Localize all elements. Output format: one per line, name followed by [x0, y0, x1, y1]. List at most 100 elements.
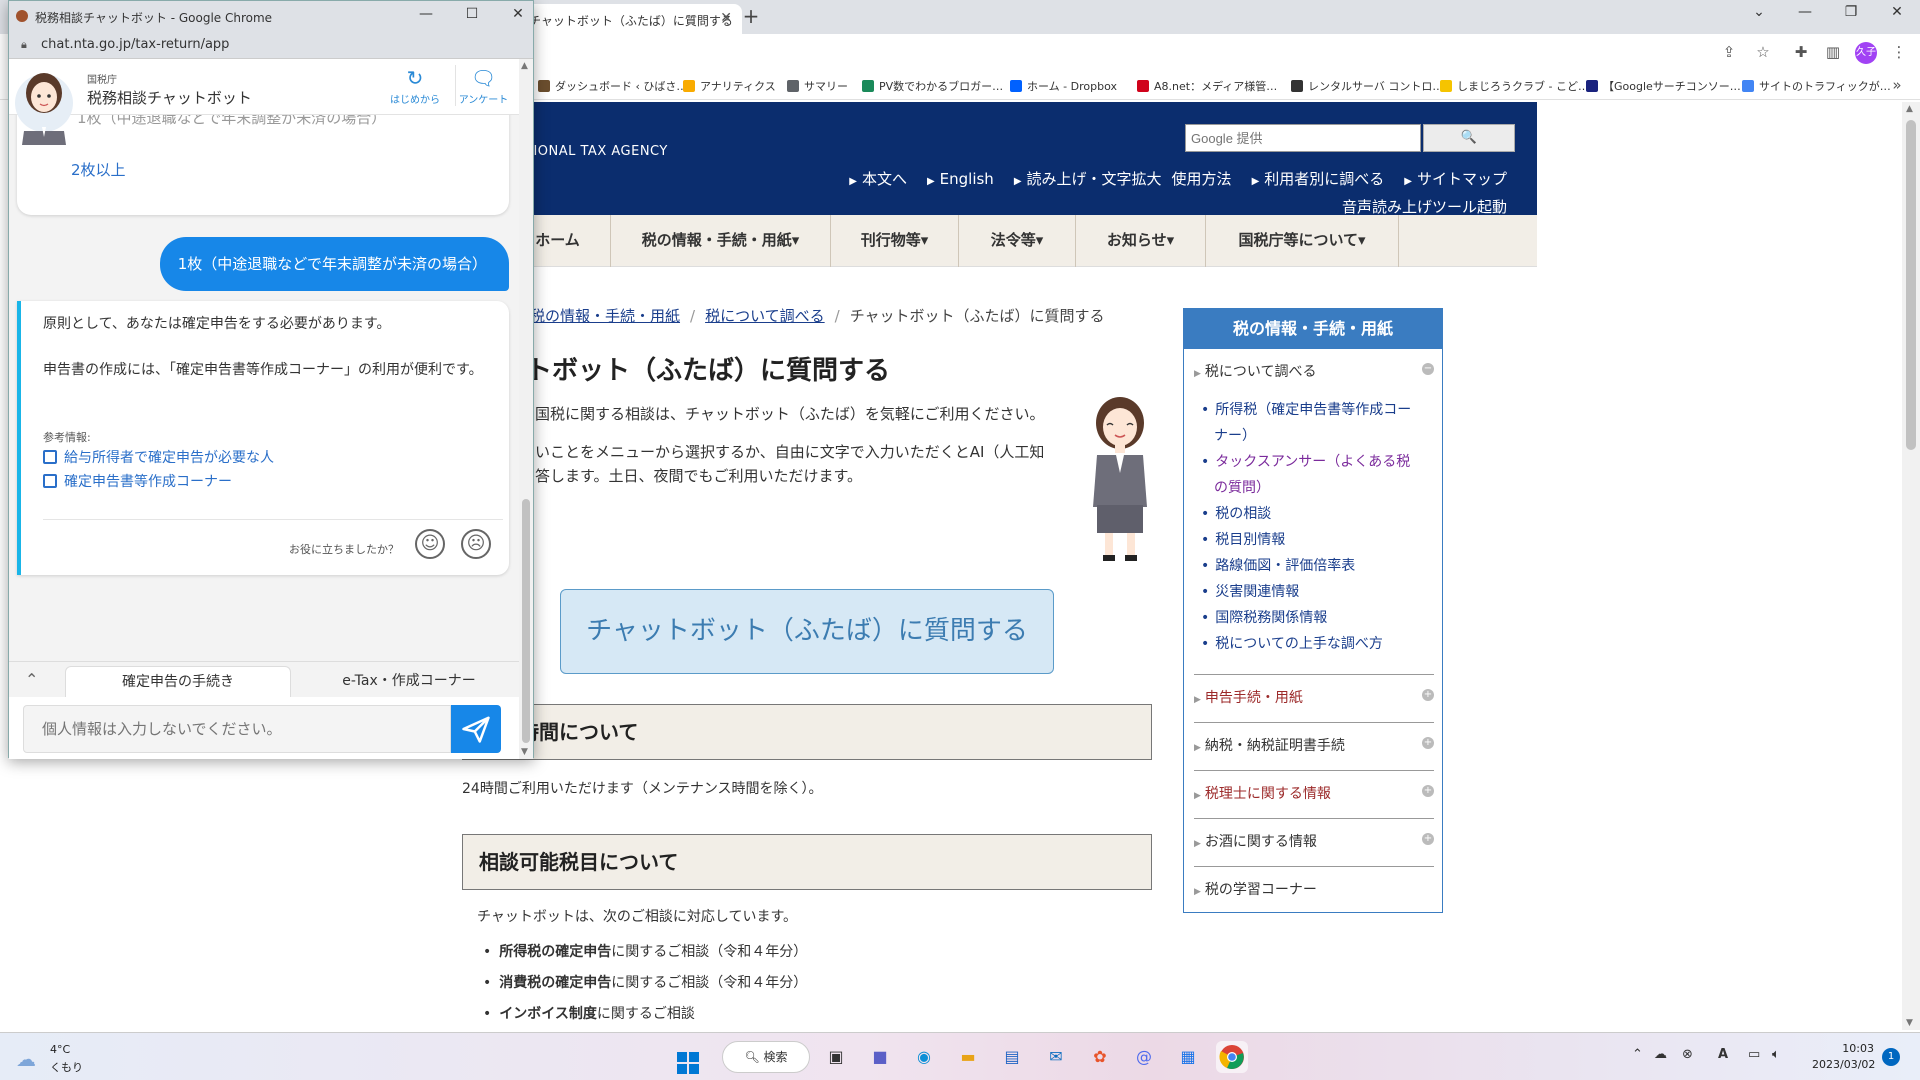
- side-category-filing[interactable]: ▶ 申告手続・用紙 +: [1194, 687, 1434, 707]
- mail-icon[interactable]: ✉: [1040, 1041, 1072, 1073]
- bookmark-item[interactable]: レンタルサーバ コントロ…: [1291, 78, 1443, 94]
- external-link-icon: [43, 474, 57, 488]
- bookmark-item[interactable]: A8.net：メディア様管…: [1137, 78, 1277, 94]
- bookmark-item[interactable]: 【Googleサーチコンソー…: [1586, 78, 1741, 94]
- page-title: ットボット（ふたば）に質問する: [500, 356, 891, 386]
- agency-name-en: TIONAL TAX AGENCY: [525, 144, 668, 159]
- new-tab-button[interactable]: +: [738, 4, 764, 28]
- notification-badge[interactable]: 1: [1882, 1048, 1900, 1066]
- app-icon-orange[interactable]: ✿: [1084, 1041, 1116, 1073]
- extensions-icon[interactable]: ✚: [1790, 43, 1812, 61]
- taskbar-search[interactable]: 🔍︎ 検索: [722, 1041, 810, 1073]
- bookmark-item[interactable]: ダッシュボード ‹ ひばさ…: [538, 78, 687, 94]
- edge-browser-icon[interactable]: ◉: [908, 1041, 940, 1073]
- chat-scrollbar[interactable]: ▲ ▼: [519, 59, 533, 759]
- side-menu-link[interactable]: 路線価図・評価倍率表: [1214, 553, 1424, 579]
- google-search-input[interactable]: [1185, 124, 1421, 152]
- reference-link-salary-earner[interactable]: 給与所得者で確定申告が必要な人: [43, 447, 274, 467]
- utility-link[interactable]: ▶ 読み上げ・文字拡大: [1004, 170, 1162, 188]
- side-category-research[interactable]: ▶ 税について調べる −: [1194, 361, 1434, 381]
- menu-kebab-icon[interactable]: ⋮: [1888, 43, 1910, 61]
- tray-overflow-icon[interactable]: ⌃: [1632, 1047, 1643, 1062]
- side-panel-icon[interactable]: ▥: [1822, 43, 1844, 61]
- search-button[interactable]: 🔍: [1423, 124, 1515, 152]
- system-clock[interactable]: 10:03 2023/03/02: [1812, 1041, 1875, 1073]
- nav-item[interactable]: 国税庁等について▾: [1206, 215, 1399, 267]
- start-button[interactable]: [672, 1041, 704, 1074]
- minimize-button[interactable]: —: [411, 6, 441, 22]
- chevron-up-icon[interactable]: ⌃: [25, 670, 38, 689]
- bookmark-item[interactable]: PV数でわかるブロガー…: [862, 78, 1003, 94]
- ask-chatbot-button[interactable]: チャットボット（ふたば）に質問する: [560, 589, 1054, 674]
- utility-link[interactable]: ▶ English: [917, 170, 994, 188]
- bookmark-item[interactable]: ホーム - Dropbox: [1010, 78, 1117, 94]
- utility-link[interactable]: ▶ 本文へ: [839, 170, 907, 188]
- ime-icon[interactable]: A: [1718, 1047, 1728, 1062]
- side-menu-link[interactable]: 税の相談: [1214, 501, 1424, 527]
- side-category-learning[interactable]: ▶ 税の学習コーナー: [1194, 879, 1434, 899]
- page-scrollbar[interactable]: ▲ ▼: [1902, 102, 1920, 1030]
- nav-item[interactable]: 税の情報・手続・用紙▾: [611, 215, 831, 267]
- close-icon[interactable]: ✕: [720, 10, 732, 26]
- survey-button[interactable]: 🗨︎ アンケート: [455, 65, 511, 106]
- chat-scrollbar-thumb[interactable]: [522, 499, 530, 743]
- utility-link[interactable]: ▶ サイトマップ: [1394, 170, 1507, 188]
- close-window-button[interactable]: ✕: [503, 6, 533, 22]
- tab-etax-corner[interactable]: e-Tax・作成コーナー: [299, 666, 519, 698]
- tab-filing-procedures[interactable]: 確定申告の手続き: [65, 666, 291, 698]
- nav-item[interactable]: 法令等▾: [959, 215, 1076, 267]
- volume-icon[interactable]: 🔈︎: [1772, 1047, 1780, 1062]
- breadcrumb-link-tax-info[interactable]: 税の情報・手続・用紙: [530, 307, 680, 325]
- chrome-icon[interactable]: [1216, 1041, 1248, 1073]
- restore-button[interactable]: ❐: [1836, 4, 1866, 20]
- side-category-liquor[interactable]: ▶ お酒に関する情報 +: [1194, 831, 1434, 851]
- bookmark-item[interactable]: アナリティクス: [683, 78, 776, 94]
- restart-button[interactable]: ↻ はじめから: [387, 65, 443, 106]
- nav-item[interactable]: 刊行物等▾: [831, 215, 959, 267]
- close-window-button[interactable]: ✕: [1882, 4, 1912, 20]
- chat-message-area[interactable]: 1枚（中途退職などで年末調整が未済の場合） 2枚以上 1枚（中途退職などで年末調…: [9, 115, 519, 661]
- sad-face-icon[interactable]: ☹: [461, 529, 491, 559]
- voice-reader-link[interactable]: 音声読み上げツール起動: [1342, 196, 1507, 217]
- bookmark-star-icon[interactable]: ☆: [1752, 43, 1774, 61]
- send-button[interactable]: [451, 705, 501, 753]
- app-icon-at[interactable]: @: [1128, 1041, 1160, 1073]
- nav-item[interactable]: お知らせ▾: [1076, 215, 1206, 267]
- side-category-payment[interactable]: ▶ 納税・納税証明書手続 +: [1194, 735, 1434, 755]
- bookmark-item[interactable]: サイトのトラフィックが…: [1742, 78, 1891, 94]
- minimize-button[interactable]: —: [1790, 4, 1820, 20]
- bookmark-item[interactable]: しまじろうクラブ - こど…: [1440, 78, 1589, 94]
- profile-avatar[interactable]: 久子: [1855, 42, 1877, 64]
- app-icon-calendar[interactable]: ▦: [1172, 1041, 1204, 1073]
- task-view-icon[interactable]: ▣: [820, 1041, 852, 1073]
- smile-face-icon[interactable]: ☺: [415, 529, 445, 559]
- side-menu-link[interactable]: 国際税務関係情報: [1214, 605, 1424, 631]
- intro-text: の国税に関する相談は、チャットボット（ふたば）を気軽にご利用ください。 たいこと…: [520, 402, 1050, 502]
- scrollbar-thumb[interactable]: [1906, 120, 1916, 450]
- chat-message-input[interactable]: [23, 705, 451, 753]
- bookmark-item[interactable]: サマリー: [787, 78, 848, 94]
- reference-link-filing-corner[interactable]: 確定申告書等作成コーナー: [43, 471, 232, 491]
- side-category-tax-accountant[interactable]: ▶ 税理士に関する情報 +: [1194, 783, 1434, 803]
- utility-link[interactable]: 使用方法: [1172, 170, 1232, 188]
- side-menu-link[interactable]: タックスアンサー（よくある税の質問）: [1214, 449, 1424, 501]
- option-two-or-more[interactable]: 2枚以上: [71, 159, 126, 180]
- share-icon[interactable]: ⇪: [1718, 43, 1740, 61]
- side-menu-link[interactable]: 所得税（確定申告書等作成コーナー）: [1214, 397, 1424, 449]
- app-tray-icon[interactable]: ⊗: [1682, 1047, 1693, 1062]
- side-menu-link[interactable]: 税についての上手な調べ方: [1214, 631, 1424, 657]
- tab-chatbot-page[interactable]: チャットボット（ふたば）に質問する ✕: [505, 4, 742, 34]
- bookmark-favicon-icon: [683, 80, 695, 92]
- network-icon[interactable]: ▭: [1748, 1047, 1760, 1062]
- maximize-button[interactable]: ☐: [457, 6, 487, 22]
- breadcrumb-link-research[interactable]: 税について調べる: [705, 307, 825, 325]
- side-menu-link[interactable]: 災害関連情報: [1214, 579, 1424, 605]
- file-explorer-icon[interactable]: ▬: [952, 1041, 984, 1073]
- store-icon[interactable]: ▤: [996, 1041, 1028, 1073]
- side-menu-link[interactable]: 税目別情報: [1214, 527, 1424, 553]
- tab-search-icon[interactable]: ⌄: [1744, 4, 1774, 20]
- teams-chat-icon[interactable]: ■: [864, 1041, 896, 1073]
- option-one-sheet[interactable]: 1枚（中途退職などで年末調整が未済の場合）: [77, 115, 386, 128]
- utility-link[interactable]: ▶ 利用者別に調べる: [1242, 170, 1385, 188]
- onedrive-icon[interactable]: ☁: [1654, 1047, 1667, 1062]
